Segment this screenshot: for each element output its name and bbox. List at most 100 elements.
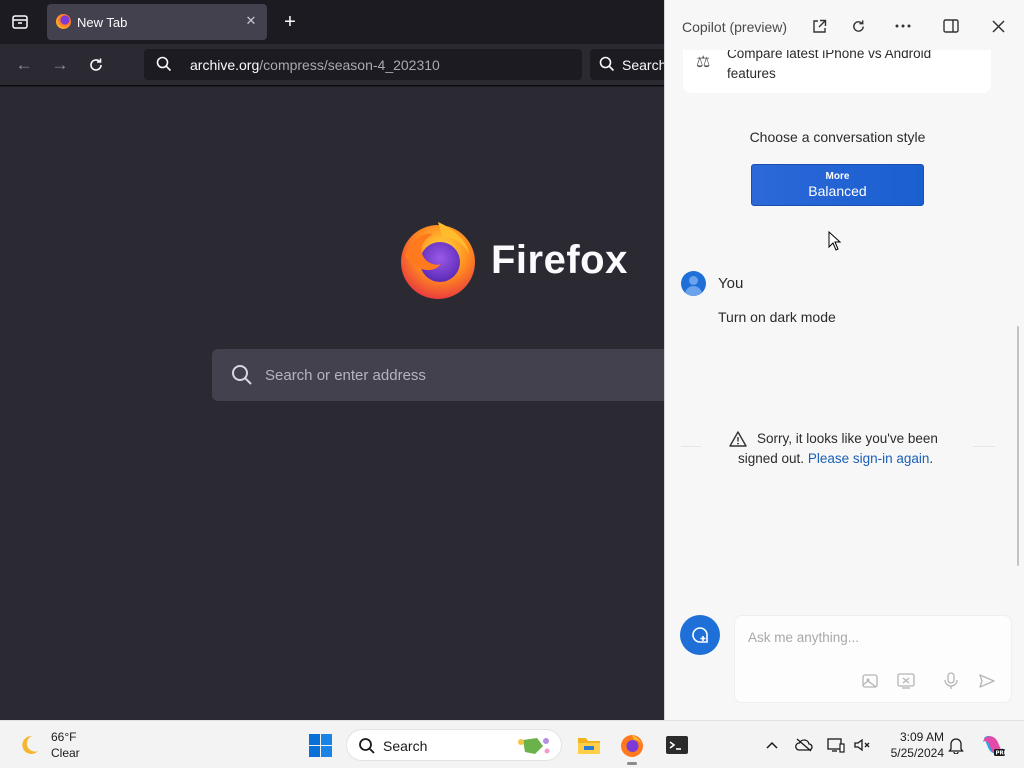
tab-bar: New Tab ✕ + (0, 0, 665, 44)
firefox-window: New Tab ✕ + ← → archive.org/compress/sea… (0, 0, 665, 720)
chat-input[interactable]: Ask me anything... (734, 615, 1012, 703)
weather-temperature: 66°F (51, 730, 77, 744)
microphone-button[interactable] (941, 671, 961, 691)
copilot-pane: Copilot (preview) ⚖ Compare latest iPhon… (664, 0, 1024, 720)
warning-line-2: signed out. Please sign-in again. (729, 449, 969, 469)
tab-title: New Tab (77, 15, 128, 30)
tab-list-button[interactable] (8, 10, 32, 34)
warning-icon (729, 431, 747, 447)
copilot-taskbar-button[interactable]: PRE (980, 732, 1006, 758)
close-tab-icon[interactable]: ✕ (243, 13, 259, 29)
signed-out-warning: Sorry, it looks like you've been signed … (729, 429, 969, 469)
image-input-button[interactable] (861, 671, 881, 691)
folder-icon (578, 738, 600, 754)
style-button-small-label: More (825, 171, 850, 182)
firefox-logo-icon (401, 222, 475, 299)
address-bar[interactable]: archive.org/compress/season-4_202310 (144, 49, 582, 80)
onedrive-button[interactable] (794, 735, 814, 755)
tab-new-tab[interactable]: New Tab ✕ (47, 4, 267, 40)
search-bar-label: Search (622, 57, 665, 73)
conversation-style-label: Choose a conversation style (749, 129, 926, 145)
balanced-style-button[interactable]: More Balanced (751, 164, 924, 206)
user-name: You (718, 275, 744, 292)
new-tab-page: Firefox Search or enter address (0, 87, 665, 720)
copilot-title: Copilot (preview) (682, 19, 788, 35)
warning-signed-out: signed out. (738, 451, 805, 466)
search-icon (156, 56, 172, 72)
copilot-logo-icon: PRE (983, 735, 1007, 757)
terminal-taskbar-button[interactable] (664, 732, 690, 758)
search-highlight-icon (518, 738, 550, 754)
volume-muted-icon (854, 738, 870, 752)
show-hidden-icons-button[interactable] (762, 735, 782, 755)
divider-left (681, 446, 701, 447)
reload-button[interactable] (84, 53, 108, 77)
svg-text:PRE: PRE (996, 751, 1007, 757)
style-button-label: Balanced (808, 183, 867, 199)
close-icon (991, 19, 1005, 33)
file-explorer-button[interactable] (576, 732, 602, 758)
forward-button[interactable]: → (48, 53, 72, 77)
firefox-taskbar-button[interactable] (619, 732, 645, 765)
open-external-icon (812, 19, 826, 33)
newtab-search-placeholder: Search or enter address (265, 367, 426, 384)
taskbar: 66°F Clear Search 3:09 AM 5/25/2024 PRE (0, 720, 1024, 768)
divider-right (973, 446, 995, 447)
firefox-wordmark: Firefox (491, 238, 628, 282)
clock-time: 3:09 AM (899, 730, 944, 744)
new-topic-button[interactable] (680, 615, 720, 655)
terminal-icon (666, 736, 688, 754)
close-copilot-button[interactable] (988, 16, 1008, 36)
url-path: /compress/season-4_202310 (259, 57, 440, 73)
url-text: archive.org/compress/season-4_202310 (190, 57, 440, 73)
refresh-button[interactable] (848, 16, 868, 36)
warning-period: . (929, 451, 934, 466)
search-bar[interactable]: Search (590, 49, 665, 80)
active-app-indicator (627, 762, 637, 765)
more-dots-icon (895, 24, 911, 28)
mouse-cursor-icon (828, 231, 842, 251)
moon-icon (22, 735, 38, 754)
search-icon (232, 365, 252, 385)
notifications-button[interactable] (946, 735, 966, 755)
sound-button[interactable] (852, 735, 872, 755)
windows-start-icon[interactable] (309, 734, 332, 757)
chat-input-placeholder: Ask me anything... (748, 630, 860, 645)
back-button[interactable]: ← (12, 53, 36, 77)
taskbar-search[interactable]: Search (346, 729, 562, 761)
warning-line-1: Sorry, it looks like you've been (757, 431, 938, 446)
url-host: archive.org (190, 57, 260, 73)
screenshot-icon (897, 673, 915, 689)
bell-icon (948, 738, 964, 754)
image-add-icon (862, 674, 878, 688)
network-button[interactable] (826, 735, 846, 755)
screenshot-button[interactable] (896, 671, 916, 691)
microphone-icon (944, 672, 958, 689)
navigation-toolbar: ← → archive.org/compress/season-4_202310… (0, 44, 665, 86)
taskbar-search-label: Search (383, 738, 428, 754)
user-message-text: Turn on dark mode (718, 309, 836, 325)
more-options-button[interactable] (893, 16, 913, 36)
weather-condition: Clear (51, 746, 80, 760)
chat-scrollbar[interactable] (1017, 326, 1019, 566)
newtab-search-box[interactable]: Search or enter address (212, 349, 665, 401)
network-icon (827, 738, 845, 753)
cloud-off-icon (795, 738, 813, 752)
system-clock[interactable]: 3:09 AM 5/25/2024 (880, 729, 944, 761)
refresh-icon (852, 19, 864, 32)
send-button[interactable] (977, 671, 997, 691)
user-avatar-icon (681, 271, 706, 296)
send-icon (979, 674, 995, 688)
new-tab-button[interactable]: + (279, 10, 301, 34)
sign-in-link[interactable]: Please sign-in again (808, 451, 930, 466)
desktop: New Tab ✕ + ← → archive.org/compress/sea… (0, 0, 1024, 768)
clock-date: 5/25/2024 (890, 746, 944, 760)
chevron-up-icon (766, 741, 778, 749)
split-pane-icon (943, 19, 959, 33)
firefox-icon (621, 735, 643, 757)
new-chat-icon (692, 627, 708, 643)
split-view-button[interactable] (941, 16, 961, 36)
reload-icon (90, 58, 102, 71)
compare-scale-icon: ⚖ (696, 54, 711, 71)
open-in-new-button[interactable] (809, 16, 829, 36)
